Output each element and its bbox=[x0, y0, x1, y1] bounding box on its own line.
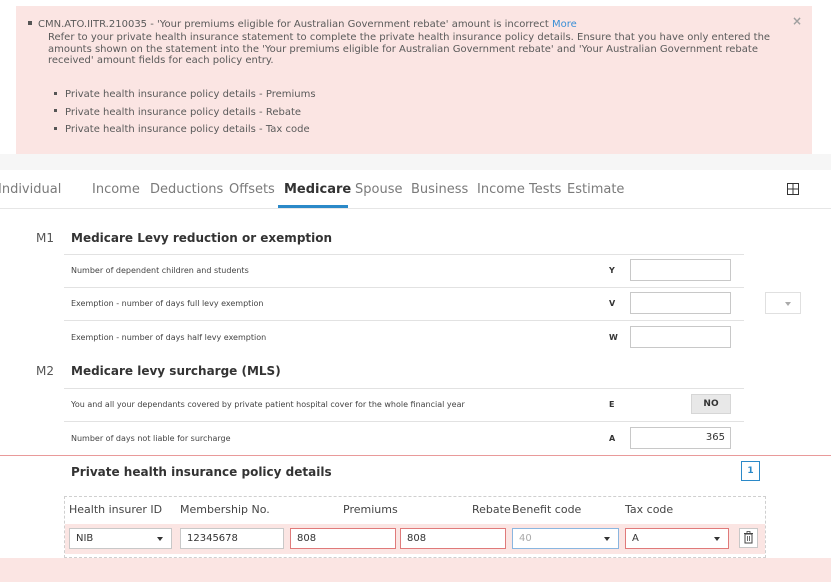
field-code-w: W bbox=[609, 333, 618, 342]
section-number-m2: M2 bbox=[36, 364, 54, 378]
tab-individual[interactable]: Individual bbox=[0, 182, 61, 197]
close-icon[interactable]: × bbox=[792, 14, 802, 28]
column-header-benefit-code: Benefit code bbox=[512, 503, 582, 516]
section-gap bbox=[0, 154, 831, 170]
column-header-rebate: Rebate bbox=[472, 503, 511, 516]
rebate-input[interactable]: 808 bbox=[400, 528, 506, 549]
trash-icon bbox=[744, 531, 753, 544]
alert-description: Refer to your private health insurance s… bbox=[48, 32, 771, 67]
row-divider bbox=[64, 421, 744, 422]
error-alert: × CMN.ATO.IITR.210035 - 'Your premiums e… bbox=[16, 6, 812, 154]
active-tab-indicator bbox=[278, 205, 348, 208]
half-levy-exemption-input[interactable] bbox=[630, 326, 731, 348]
tab-estimate[interactable]: Estimate bbox=[567, 182, 624, 197]
membership-number-input[interactable]: 12345678 bbox=[180, 528, 284, 549]
tab-deductions[interactable]: Deductions bbox=[150, 182, 223, 197]
full-levy-exemption-input[interactable] bbox=[630, 292, 731, 314]
half-levy-exemption-label: Exemption - number of days half levy exe… bbox=[71, 333, 267, 342]
tab-spouse[interactable]: Spouse bbox=[355, 182, 402, 197]
section-number-m1: M1 bbox=[36, 231, 54, 245]
alert-item: Private health insurance policy details … bbox=[54, 121, 316, 139]
bullet-icon bbox=[54, 91, 57, 95]
dependent-children-label: Number of dependent children and student… bbox=[71, 266, 249, 275]
premiums-input[interactable]: 808 bbox=[290, 528, 396, 549]
field-code-a: A bbox=[609, 434, 616, 443]
field-code-y: Y bbox=[609, 266, 615, 275]
row-divider bbox=[64, 254, 744, 255]
chevron-down-icon bbox=[714, 537, 720, 541]
row-divider bbox=[64, 287, 744, 288]
row-divider bbox=[64, 320, 744, 321]
phi-section-title: Private health insurance policy details bbox=[71, 465, 332, 479]
alert-item: Private health insurance policy details … bbox=[54, 104, 316, 122]
chevron-down-icon bbox=[604, 537, 610, 541]
grid-layout-icon[interactable] bbox=[787, 183, 799, 195]
column-header-insurer: Health insurer ID bbox=[69, 503, 163, 516]
days-not-liable-input[interactable]: 365 bbox=[630, 427, 731, 449]
alert-item-list: Private health insurance policy details … bbox=[54, 86, 316, 139]
column-header-tax-code: Tax code bbox=[625, 503, 674, 516]
chevron-down-icon bbox=[785, 302, 791, 306]
tab-bar: Individual Income Deductions Offsets Med… bbox=[0, 170, 831, 209]
chevron-down-icon bbox=[157, 537, 163, 541]
dependent-children-input[interactable] bbox=[630, 259, 731, 281]
bullet-icon bbox=[54, 126, 57, 130]
policy-count-badge[interactable]: 1 bbox=[741, 461, 760, 481]
alert-item: Private health insurance policy details … bbox=[54, 86, 316, 104]
tab-business[interactable]: Business bbox=[411, 182, 468, 197]
column-header-membership: Membership No. bbox=[180, 503, 270, 516]
hospital-cover-toggle[interactable]: NO bbox=[691, 394, 731, 414]
field-code-v: V bbox=[609, 299, 616, 308]
alert-code-message: CMN.ATO.IITR.210035 - 'Your premiums eli… bbox=[38, 19, 549, 30]
error-row-highlight bbox=[0, 558, 831, 582]
field-code-e: E bbox=[609, 400, 615, 409]
section-title-m2: Medicare levy surcharge (MLS) bbox=[71, 364, 281, 378]
tab-offsets[interactable]: Offsets bbox=[229, 182, 275, 197]
tab-medicare[interactable]: Medicare bbox=[284, 182, 351, 197]
delete-row-button[interactable] bbox=[739, 528, 758, 548]
hospital-cover-label: You and all your dependants covered by p… bbox=[71, 400, 465, 409]
days-not-liable-label: Number of days not liable for surcharge bbox=[71, 434, 231, 443]
alert-headline: CMN.ATO.IITR.210035 - 'Your premiums eli… bbox=[28, 19, 577, 30]
bullet-icon bbox=[54, 109, 57, 112]
full-levy-exemption-label: Exemption - number of days full levy exe… bbox=[71, 299, 264, 308]
bullet-icon bbox=[28, 21, 32, 25]
tax-code-select[interactable]: A bbox=[625, 528, 729, 549]
section-title-m1: Medicare Levy reduction or exemption bbox=[71, 231, 333, 245]
tab-income[interactable]: Income bbox=[92, 182, 140, 197]
error-divider bbox=[0, 455, 831, 456]
health-insurer-select[interactable]: NIB bbox=[69, 528, 172, 549]
tab-income-tests[interactable]: Income Tests bbox=[477, 182, 561, 197]
more-link[interactable]: More bbox=[552, 19, 577, 30]
benefit-code-select[interactable]: 40 bbox=[512, 528, 619, 549]
row-divider bbox=[64, 388, 744, 389]
column-header-premiums: Premiums bbox=[343, 503, 398, 516]
side-dropdown[interactable] bbox=[765, 292, 801, 314]
